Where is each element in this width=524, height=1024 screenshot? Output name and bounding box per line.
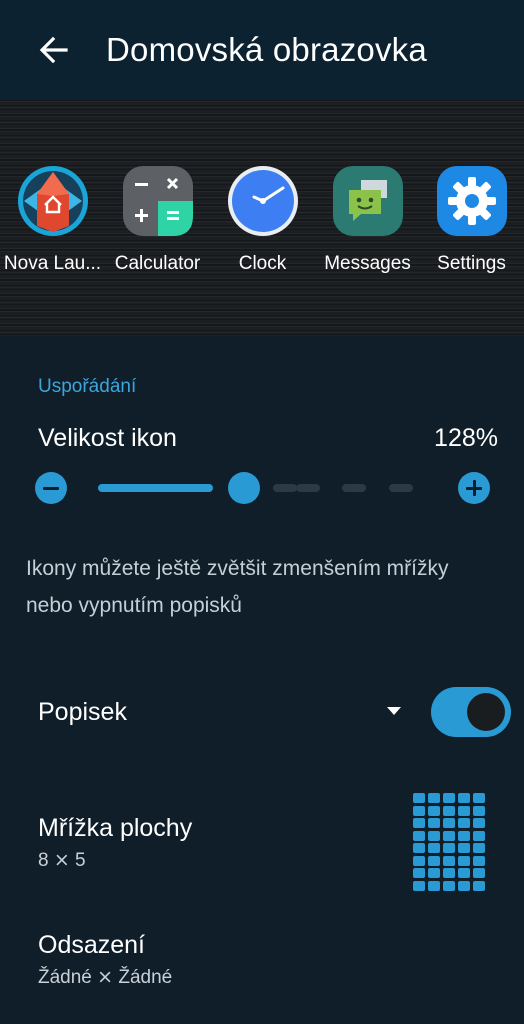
grid-preview-icon[interactable] <box>413 793 487 891</box>
grid-cell <box>443 880 455 891</box>
grid-cell <box>443 843 455 853</box>
grid-cell <box>428 880 440 891</box>
grid-cell <box>458 830 470 841</box>
grid-cell <box>428 818 440 828</box>
app-label: Settings <box>437 253 506 274</box>
slider-thumb[interactable] <box>228 472 260 504</box>
label-toggle[interactable] <box>431 687 511 737</box>
settings-gear-icon <box>436 166 507 236</box>
grid-cell <box>458 868 470 878</box>
grid-cell <box>443 830 455 841</box>
grid-cell <box>443 855 455 866</box>
grid-cell <box>473 855 485 866</box>
toggle-knob <box>467 693 505 731</box>
grid-cell <box>428 805 440 816</box>
grid-cell <box>443 818 455 828</box>
grid-cell <box>473 793 485 803</box>
grid-cell <box>458 805 470 816</box>
grid-cell <box>413 868 425 878</box>
desktop-grid-title[interactable]: Mřížka plochy <box>38 814 192 843</box>
section-header-arrangement: Uspořádání <box>38 376 137 397</box>
app-label: Calculator <box>114 253 201 274</box>
grid-cell <box>413 793 425 803</box>
app-label: Messages <box>324 253 411 274</box>
app-messages: Messages <box>315 164 420 276</box>
arrow-left-icon <box>39 36 68 64</box>
grid-cell <box>428 830 440 841</box>
grid-cell <box>458 818 470 828</box>
grid-cell <box>413 830 425 841</box>
decrease-icon-size-button[interactable] <box>35 472 67 504</box>
calculator-icon <box>122 166 193 236</box>
icon-size-label: Velikost ikon <box>38 424 177 452</box>
grid-cell <box>413 855 425 866</box>
app-clock: Clock <box>210 164 315 276</box>
grid-cell <box>473 868 485 878</box>
grid-cell <box>428 855 440 866</box>
grid-cell <box>443 868 455 878</box>
grid-cell <box>413 880 425 891</box>
slider-tick <box>342 484 366 492</box>
grid-cell <box>443 793 455 803</box>
grid-cell <box>473 880 485 891</box>
grid-cell <box>458 843 470 853</box>
grid-cell <box>413 818 425 828</box>
increase-icon-size-button[interactable] <box>458 472 490 504</box>
desktop-grid-value: 8 ⨯ 5 <box>38 850 86 871</box>
app-nova-launcher: Nova Lau... <box>0 164 105 276</box>
messages-icon <box>332 166 403 236</box>
grid-cell <box>473 818 485 828</box>
padding-title[interactable]: Odsazení <box>38 931 145 960</box>
grid-cell <box>413 843 425 853</box>
clock-icon <box>227 166 298 236</box>
grid-cell <box>458 855 470 866</box>
chevron-down-icon[interactable] <box>384 704 404 718</box>
label-setting-title[interactable]: Popisek <box>38 698 127 727</box>
grid-cell <box>458 880 470 891</box>
app-calculator: Calculator <box>105 164 210 276</box>
back-button[interactable] <box>30 26 78 74</box>
grid-cell <box>473 830 485 841</box>
app-bar: Domovská obrazovka <box>0 0 524 100</box>
app-settings: Settings <box>419 164 524 276</box>
grid-cell <box>473 805 485 816</box>
grid-cell <box>428 843 440 853</box>
padding-value: Žádné ⨯ Žádné <box>38 967 173 988</box>
grid-cell <box>443 805 455 816</box>
slider-tick <box>296 484 320 492</box>
slider-track-fill <box>98 484 213 492</box>
app-label: Clock <box>238 253 287 274</box>
nova-launcher-icon <box>17 166 88 236</box>
slider-tick <box>389 484 413 492</box>
page-title: Domovská obrazovka <box>106 31 427 68</box>
icon-size-slider[interactable] <box>98 470 418 506</box>
icon-size-value: 128% <box>434 424 498 452</box>
home-screen-preview: Nova Lau... Calculator Clock Messages Se… <box>0 100 524 336</box>
grid-cell <box>413 805 425 816</box>
grid-cell <box>428 793 440 803</box>
grid-cell <box>473 843 485 853</box>
grid-cell <box>458 793 470 803</box>
icon-size-hint: Ikony můžete ještě zvětšit zmenšením mří… <box>26 557 449 617</box>
slider-tick <box>273 484 297 492</box>
grid-cell <box>428 868 440 878</box>
app-label: Nova Lau... <box>3 253 102 274</box>
